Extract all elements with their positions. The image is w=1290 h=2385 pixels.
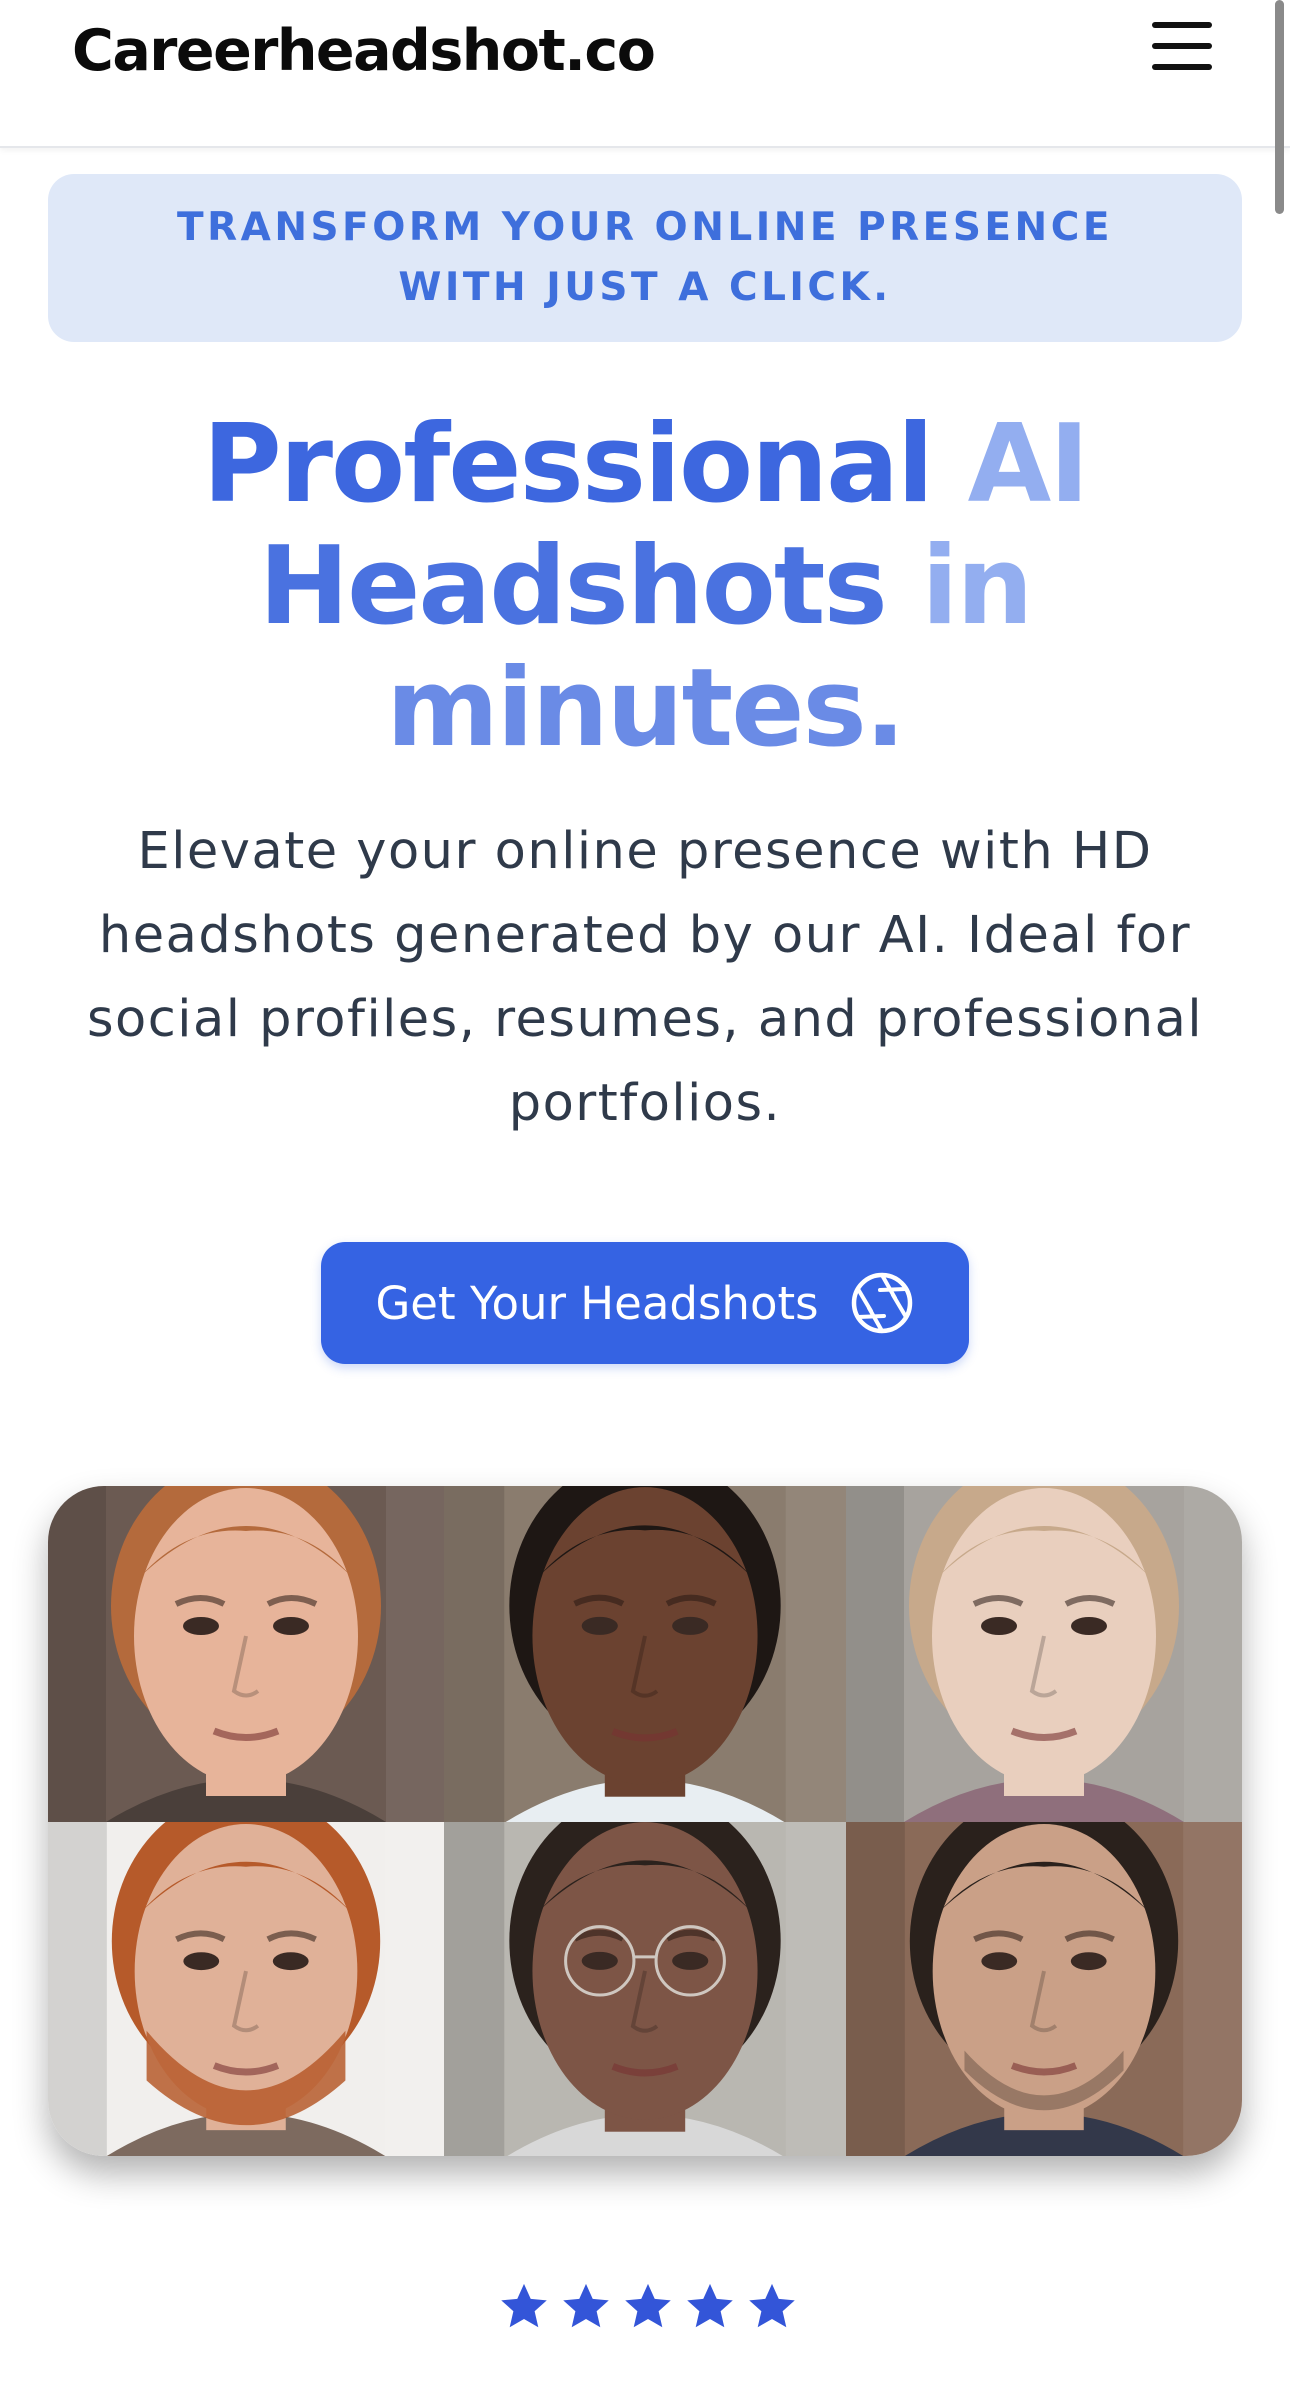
headline-word: in: [921, 524, 1033, 649]
rating-stars: [498, 2276, 798, 2336]
headshot-photo: [48, 1486, 444, 1822]
site-logo[interactable]: Careerheadshot.co: [72, 18, 656, 84]
hero-headline: Professional AI Headshots in minutes.: [130, 404, 1160, 770]
headline-word: minutes.: [386, 646, 906, 771]
star-icon: [563, 2283, 609, 2328]
menu-line: [1152, 64, 1212, 70]
headline-word: Professional: [202, 402, 934, 527]
page-scrollbar[interactable]: [1275, 0, 1284, 214]
star-icon: [625, 2283, 671, 2328]
star-icon: [687, 2283, 733, 2328]
headshot-photo: [444, 1822, 846, 2156]
headshot-photo: [48, 1822, 444, 2156]
camera-aperture-icon: [851, 1272, 912, 1334]
promo-banner-text: TRANSFORM YOUR ONLINE PRESENCE WITH JUST…: [177, 205, 1113, 310]
menu-line: [1152, 43, 1212, 49]
star-icon: [501, 2283, 547, 2328]
headshot-gallery: [48, 1486, 1242, 2156]
page: Careerheadshot.co TRANSFORM YOUR ONLINE …: [0, 0, 1290, 2385]
menu-line: [1152, 22, 1212, 28]
hamburger-menu-icon[interactable]: [1146, 18, 1218, 74]
star-icon: [749, 2283, 795, 2328]
site-header: Careerheadshot.co: [0, 0, 1290, 148]
headshot-photo: [846, 1486, 1242, 1822]
get-headshots-button[interactable]: Get Your Headshots: [321, 1242, 969, 1364]
headshot-photo: [444, 1486, 846, 1822]
headline-word: Headshots: [258, 524, 888, 649]
headshot-photo: [846, 1822, 1242, 2156]
get-headshots-button-label: Get Your Headshots: [375, 1276, 819, 1330]
headline-word: AI: [967, 402, 1090, 527]
promo-banner: TRANSFORM YOUR ONLINE PRESENCE WITH JUST…: [48, 174, 1242, 342]
hero-subtext: Elevate your online presence with HD hea…: [86, 822, 1204, 1133]
